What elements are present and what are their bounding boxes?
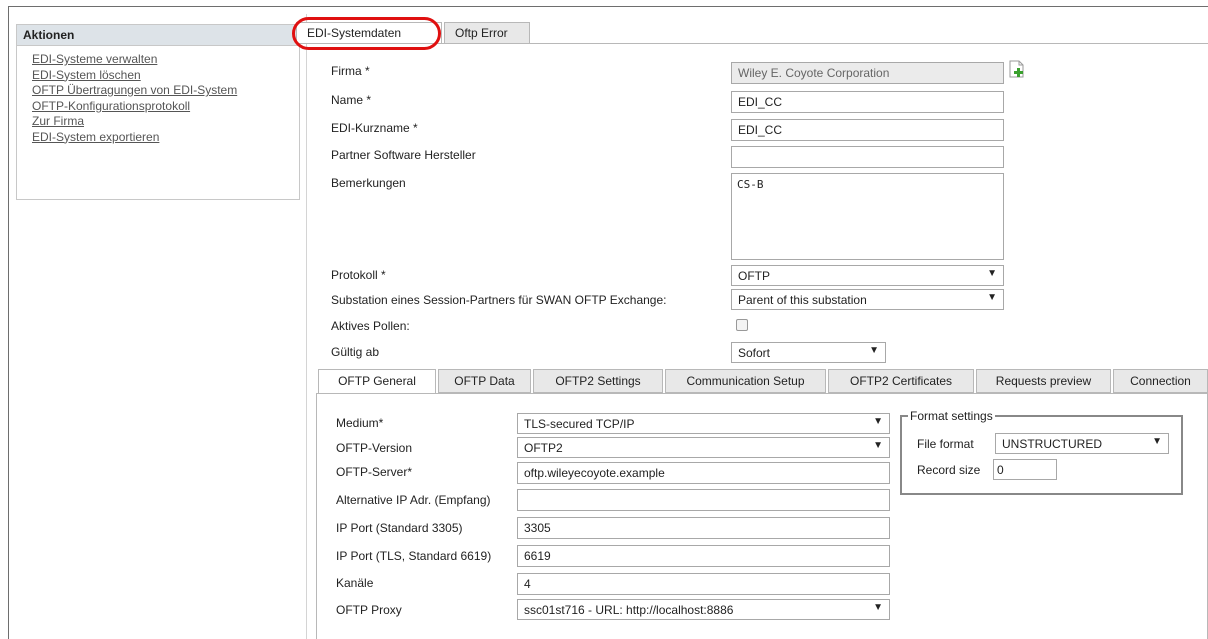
gueltig-value: Sofort (738, 346, 771, 360)
file-format-value: UNSTRUCTURED (1002, 437, 1102, 451)
medium-select[interactable]: TLS-secured TCP/IP ▼ (517, 413, 890, 434)
column-divider (306, 14, 307, 639)
partner-label: Partner Software Hersteller (331, 148, 476, 162)
tab-communication-setup[interactable]: Communication Setup (665, 369, 826, 393)
protokoll-select[interactable]: OFTP ▼ (731, 265, 1004, 286)
actions-sidebar: Aktionen EDI-Systeme verwalten EDI-Syste… (16, 24, 300, 200)
server-label: OFTP-Server* (336, 465, 413, 479)
protokoll-value: OFTP (738, 269, 770, 283)
chevron-down-icon: ▼ (987, 292, 997, 303)
record-size-field[interactable]: 0 (993, 459, 1057, 480)
substation-select[interactable]: Parent of this substation ▼ (731, 289, 1004, 310)
gueltig-label: Gültig ab (331, 345, 380, 359)
pollen-checkbox[interactable] (736, 319, 748, 331)
chevron-down-icon: ▼ (873, 602, 883, 613)
link-edi-system-loeschen[interactable]: EDI-System löschen (32, 68, 299, 84)
proxy-label: OFTP Proxy (336, 603, 402, 617)
name-field[interactable]: EDI_CC (731, 91, 1004, 113)
bemerkungen-label: Bemerkungen (331, 176, 406, 190)
altip-field[interactable] (517, 489, 890, 511)
protokoll-label: Protokoll * (331, 268, 386, 282)
tab-connection[interactable]: Connection (1113, 369, 1208, 393)
version-select[interactable]: OFTP2 ▼ (517, 437, 890, 458)
link-oftp-konfigurationsprotokoll[interactable]: OFTP-Konfigurationsprotokoll (32, 99, 299, 115)
substation-label: Substation eines Session-Partners für SW… (331, 293, 667, 307)
proxy-select[interactable]: ssc01st716 - URL: http://localhost:8886 … (517, 599, 890, 620)
highlight-annotation (292, 17, 441, 50)
version-value: OFTP2 (524, 441, 563, 455)
chevron-down-icon: ▼ (987, 268, 997, 279)
link-edi-system-exportieren[interactable]: EDI-System exportieren (32, 130, 299, 146)
tlsport-label: IP Port (TLS, Standard 6619) (336, 549, 492, 563)
file-format-label: File format (917, 437, 974, 451)
kurzname-field[interactable]: EDI_CC (731, 119, 1004, 141)
proxy-value: ssc01st716 - URL: http://localhost:8886 (524, 603, 734, 617)
add-document-icon[interactable] (1009, 60, 1025, 78)
substation-value: Parent of this substation (738, 293, 867, 307)
altip-label: Alternative IP Adr. (Empfang) (336, 493, 491, 507)
tab-oftp2-settings[interactable]: OFTP2 Settings (533, 369, 663, 393)
pollen-label: Aktives Pollen: (331, 319, 410, 333)
firma-label: Firma * (331, 64, 370, 78)
tab-oftp2-certificates[interactable]: OFTP2 Certificates (828, 369, 974, 393)
tab-oftp-general[interactable]: OFTP General (318, 369, 436, 394)
port-label: IP Port (Standard 3305) (336, 521, 463, 535)
tab-oftp-error[interactable]: Oftp Error (444, 22, 530, 43)
chevron-down-icon: ▼ (873, 440, 883, 451)
tab-requests-preview[interactable]: Requests preview (976, 369, 1111, 393)
version-label: OFTP-Version (336, 441, 413, 455)
medium-value: TLS-secured TCP/IP (524, 417, 635, 431)
medium-label: Medium* (336, 416, 384, 430)
chevron-down-icon: ▼ (869, 345, 879, 356)
record-size-label: Record size (917, 463, 981, 477)
kanaele-field[interactable]: 4 (517, 573, 890, 595)
gueltig-select[interactable]: Sofort ▼ (731, 342, 886, 363)
server-field[interactable]: oftp.wileyecoyote.example (517, 462, 890, 484)
tab-oftp-data[interactable]: OFTP Data (438, 369, 531, 393)
port-field[interactable]: 3305 (517, 517, 890, 539)
chevron-down-icon: ▼ (1152, 436, 1162, 447)
firma-field[interactable]: Wiley E. Coyote Corporation (731, 62, 1004, 84)
link-oftp-uebertragungen[interactable]: OFTP Übertragungen von EDI-System (32, 83, 299, 99)
bemerkungen-textarea[interactable]: CS-B (731, 173, 1004, 260)
file-format-select[interactable]: UNSTRUCTURED ▼ (995, 433, 1169, 454)
kurzname-label: EDI-Kurzname * (331, 121, 418, 135)
chevron-down-icon: ▼ (873, 416, 883, 427)
format-settings-legend: Format settings (910, 409, 993, 423)
kanaele-label: Kanäle (336, 576, 374, 590)
link-zur-firma[interactable]: Zur Firma (32, 114, 299, 130)
link-edi-systeme-verwalten[interactable]: EDI-Systeme verwalten (32, 52, 299, 68)
sidebar-title: Aktionen (17, 25, 299, 46)
tlsport-field[interactable]: 6619 (517, 545, 890, 567)
partner-field[interactable] (731, 146, 1004, 168)
name-label: Name * (331, 93, 372, 107)
